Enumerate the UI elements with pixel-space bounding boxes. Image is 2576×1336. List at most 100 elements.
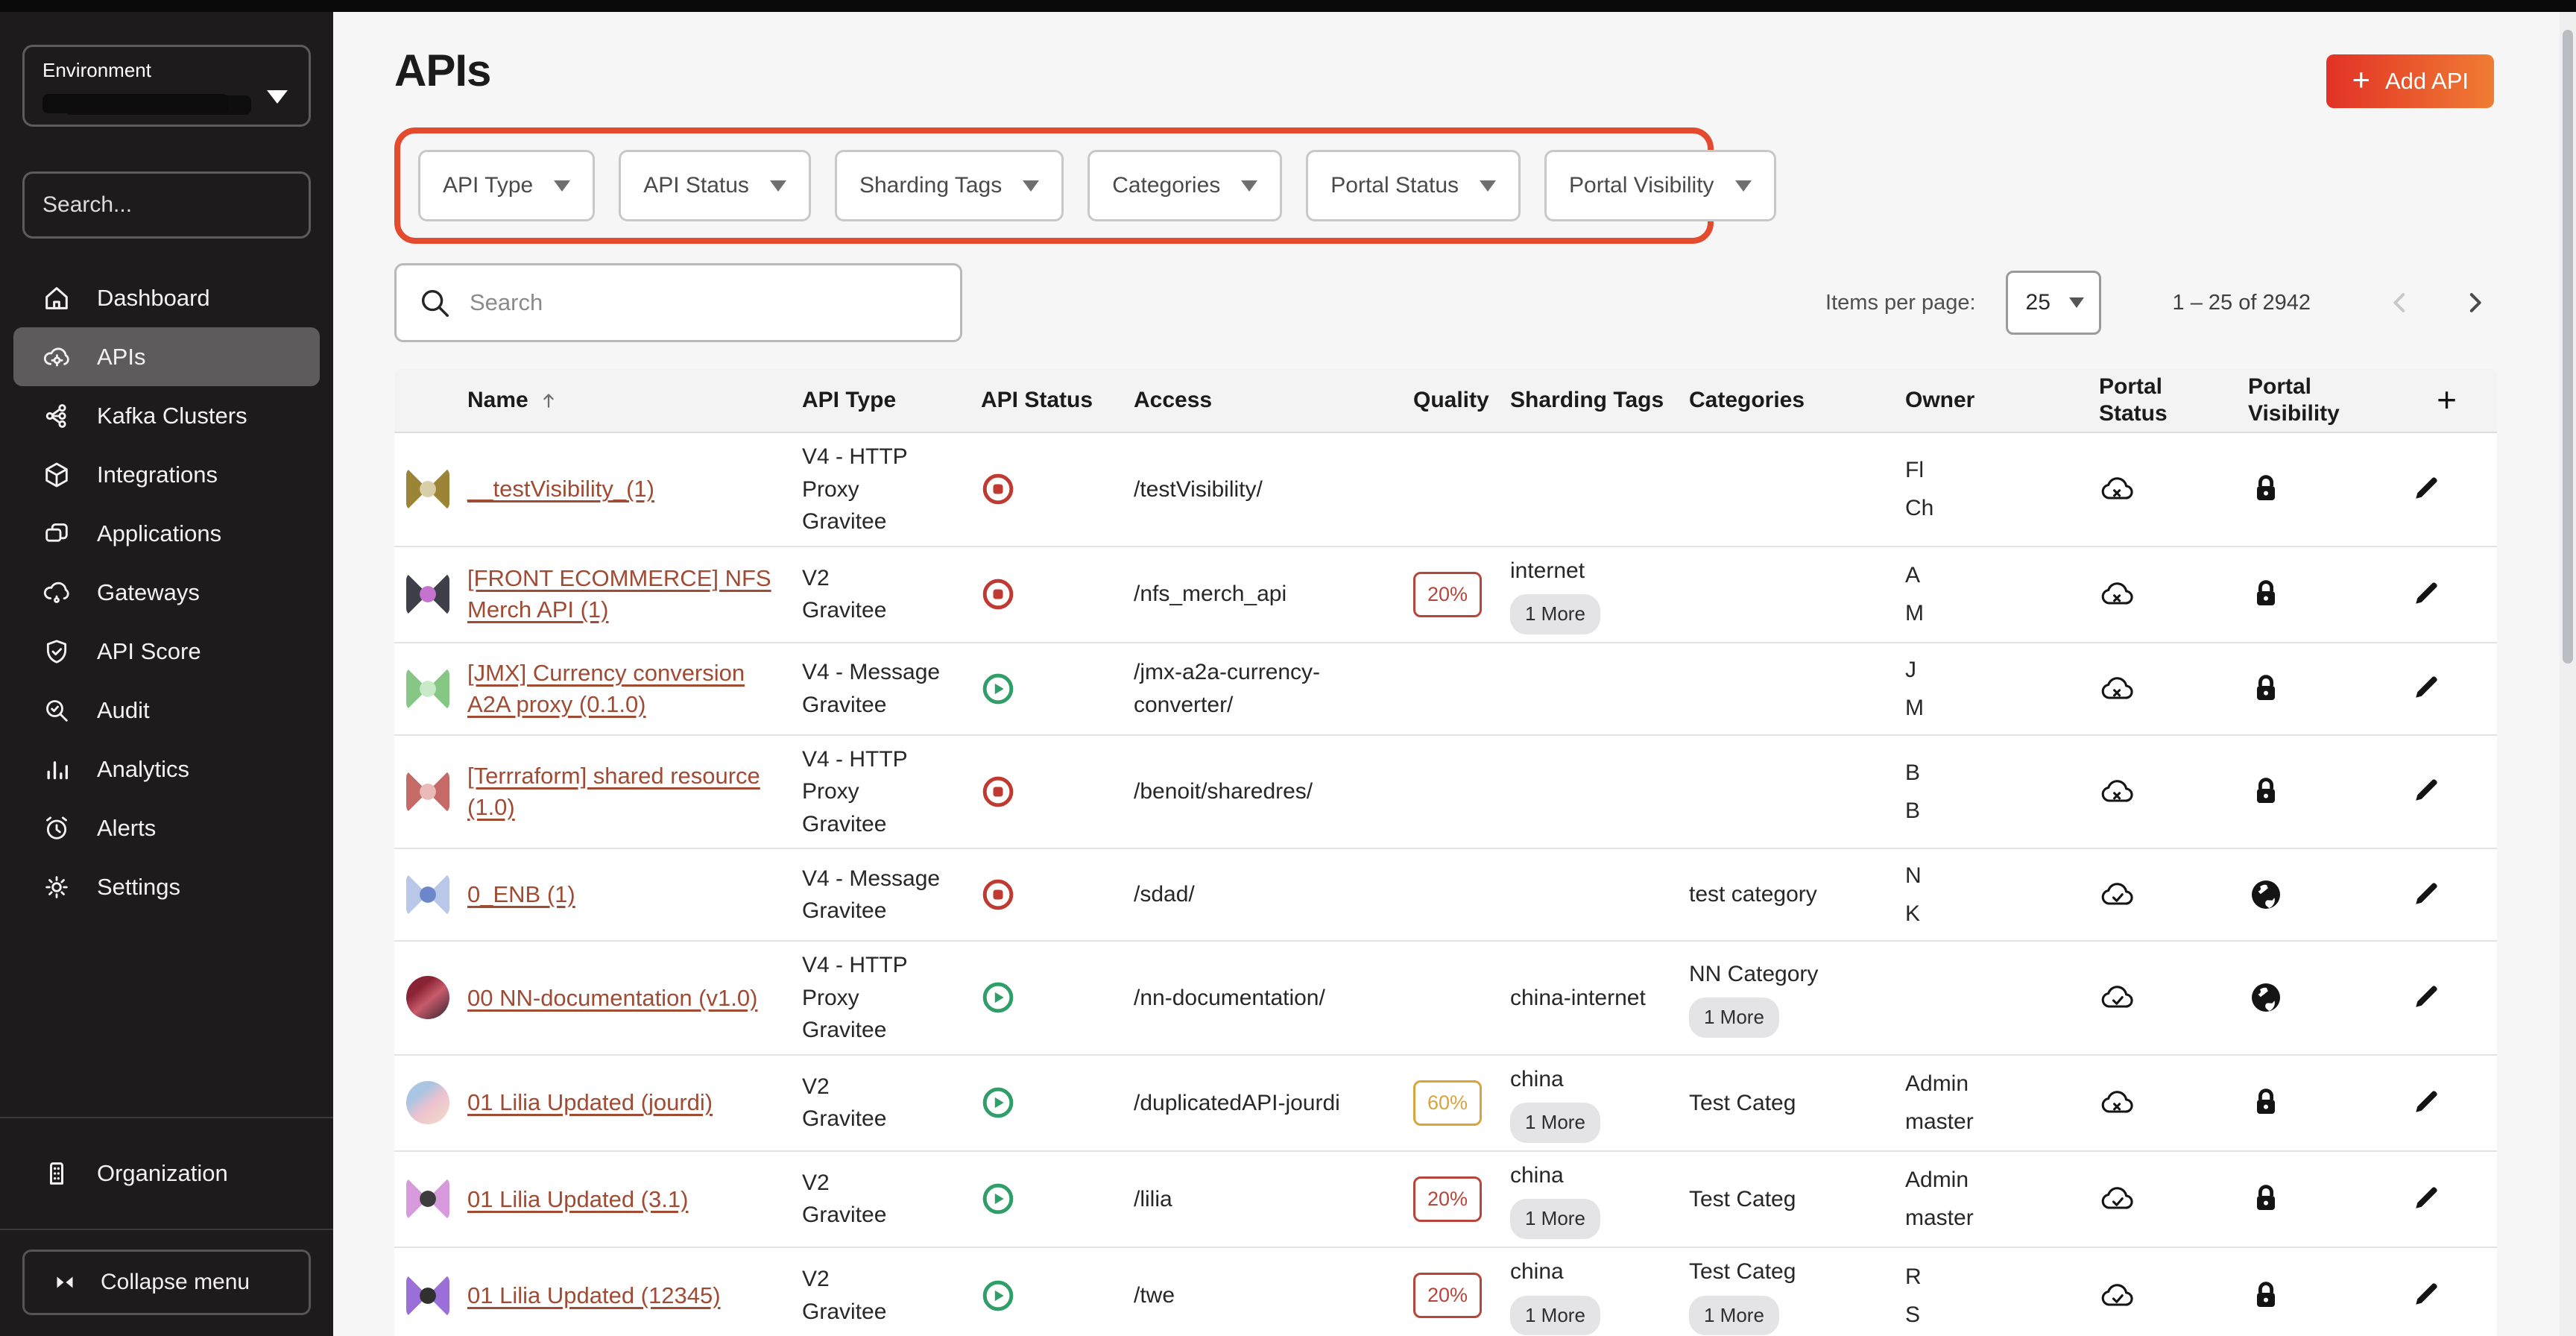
sidebar-item-gateways[interactable]: Gateways (0, 563, 333, 622)
sidebar-search-input[interactable] (42, 192, 330, 218)
name-cell: 00 NN-documentation (v1.0) (394, 968, 790, 1027)
sharding-more-chip[interactable]: 1 More (1510, 1199, 1600, 1239)
column-header-owner[interactable]: Owner (1893, 382, 2087, 418)
edit-api-button[interactable] (2408, 471, 2444, 507)
column-header-name[interactable]: Name (394, 382, 790, 418)
edit-api-button[interactable] (2408, 1085, 2444, 1121)
categories-cell (1677, 681, 1893, 696)
api-type-line: Gravitee (802, 808, 957, 841)
portal-visibility-cell (2236, 664, 2396, 714)
building-icon (42, 1159, 72, 1188)
table-row: __testVisibility_(1)V4 - HTTPProxyGravit… (394, 433, 2497, 547)
name-cell: 01 Lilia Updated (3.1) (394, 1170, 790, 1228)
api-name-link[interactable]: [JMX] Currency conversion A2A proxy (0.1… (467, 658, 778, 720)
api-type: V2Gravitee (790, 1063, 969, 1143)
edit-api-button[interactable] (2408, 877, 2444, 913)
api-avatar (406, 976, 449, 1019)
sidebar-item-alerts[interactable]: Alerts (0, 798, 333, 857)
column-header-portal-visibility[interactable]: Portal Visibility (2236, 369, 2396, 432)
api-name-link[interactable]: 01 Lilia Updated (jourdi) (467, 1087, 713, 1118)
column-header-quality[interactable]: Quality (1401, 382, 1498, 418)
column-header-sharding-tags[interactable]: Sharding Tags (1498, 382, 1677, 418)
edit-api-button[interactable] (2408, 1278, 2444, 1314)
column-header-api-status[interactable]: API Status (969, 382, 1122, 418)
scrollbar-thumb[interactable] (2563, 30, 2573, 664)
sidebar-item-organization[interactable]: Organization (0, 1117, 333, 1230)
api-access: /nn-documentation/ (1122, 974, 1401, 1022)
edit-api-button[interactable] (2408, 1181, 2444, 1217)
filter-label: API Type (443, 173, 533, 198)
sidebar-item-settings[interactable]: Settings (0, 857, 333, 916)
column-header-access[interactable]: Access (1122, 382, 1401, 418)
sharding-more-chip[interactable]: 1 More (1510, 1103, 1600, 1143)
sharding-more-chip[interactable]: 1 More (1510, 1296, 1600, 1336)
api-name-link[interactable]: 00 NN-documentation (v1.0) (467, 983, 757, 1014)
filter-label: Categories (1112, 173, 1220, 198)
api-avatar (406, 1177, 449, 1220)
sidebar-search[interactable] (22, 171, 311, 239)
filter-portal-visibility[interactable]: Portal Visibility (1544, 150, 1776, 221)
api-owner: NK (1893, 849, 2087, 940)
next-page-button[interactable] (2452, 280, 2497, 325)
chevron-down-icon (1480, 180, 1496, 192)
add-api-button[interactable]: + Add API (2326, 54, 2494, 108)
environment-selector[interactable]: Environment (22, 45, 311, 127)
filter-api-status[interactable]: API Status (619, 150, 811, 221)
column-header-portal-status[interactable]: Portal Status (2087, 369, 2236, 432)
api-name-link[interactable]: 0_ENB (1) (467, 879, 575, 910)
sidebar-item-kafka-clusters[interactable]: Kafka Clusters (0, 386, 333, 445)
edit-api-button[interactable] (2408, 576, 2444, 612)
collapse-menu-button[interactable]: Collapse menu (22, 1250, 311, 1315)
api-status-cell (969, 1078, 1122, 1127)
collapse-menu-label: Collapse menu (101, 1270, 250, 1295)
edit-api-button[interactable] (2408, 671, 2444, 707)
sidebar-item-label: APIs (97, 344, 145, 371)
sidebar-nav: DashboardAPIsKafka ClustersIntegrationsA… (0, 268, 333, 916)
add-column-button[interactable]: + (2396, 375, 2497, 425)
edit-api-button[interactable] (2408, 980, 2444, 1015)
sharding-tags-cell: china1 More (1498, 1152, 1677, 1247)
table-search-input[interactable] (470, 289, 939, 316)
edit-api-button[interactable] (2408, 774, 2444, 810)
categories-cell: Test Categ (1677, 1176, 1893, 1223)
sharding-tags-cell (1498, 482, 1677, 497)
items-per-page-select[interactable]: 25 (2006, 271, 2101, 335)
sidebar-item-audit[interactable]: Audit (0, 681, 333, 740)
api-name-link[interactable]: 01 Lilia Updated (12345) (467, 1280, 721, 1311)
owner-line: M (1905, 594, 2075, 632)
cloud-x-icon (2099, 1085, 2135, 1121)
sidebar-item-applications[interactable]: Applications (0, 504, 333, 563)
organization-label: Organization (97, 1160, 228, 1187)
sharding-tags-cell: china1 More (1498, 1056, 1677, 1150)
table-search[interactable] (394, 263, 962, 342)
page-scrollbar[interactable] (2560, 12, 2576, 1336)
sidebar-item-api-score[interactable]: API Score (0, 622, 333, 681)
column-header-api-type[interactable]: API Type (790, 382, 969, 418)
column-header-categories[interactable]: Categories (1677, 382, 1893, 418)
sidebar-item-analytics[interactable]: Analytics (0, 740, 333, 798)
sharding-more-chip[interactable]: 1 More (1510, 594, 1600, 634)
category: test category (1689, 878, 1881, 911)
filter-portal-status[interactable]: Portal Status (1306, 150, 1521, 221)
sidebar-item-integrations[interactable]: Integrations (0, 445, 333, 504)
categories-more-chip[interactable]: 1 More (1689, 1296, 1779, 1336)
table-row: [Terrraform] shared resource (1.0)V4 - H… (394, 736, 2497, 850)
cloud-icon (42, 578, 72, 608)
pencil-icon (2410, 1109, 2443, 1121)
quality-badge: 20% (1413, 1176, 1482, 1222)
api-name-link[interactable]: [FRONT ECOMMERCE] NFS Merch API (1) (467, 563, 778, 626)
api-type-line: V2 (802, 1071, 957, 1103)
previous-page-button[interactable] (2378, 280, 2422, 325)
api-name-link[interactable]: [Terrraform] shared resource (1.0) (467, 760, 778, 823)
api-type-line: V2 (802, 562, 957, 595)
api-name-link[interactable]: __testVisibility_(1) (467, 473, 654, 505)
sidebar-item-apis[interactable]: APIs (13, 327, 320, 386)
filter-categories[interactable]: Categories (1087, 150, 1282, 221)
filter-sharding-tags[interactable]: Sharding Tags (835, 150, 1064, 221)
sidebar-item-dashboard[interactable]: Dashboard (0, 268, 333, 327)
filter-api-type[interactable]: API Type (418, 150, 595, 221)
api-name-link[interactable]: 01 Lilia Updated (3.1) (467, 1184, 688, 1215)
categories-more-chip[interactable]: 1 More (1689, 998, 1779, 1038)
api-access: /twe (1122, 1272, 1401, 1320)
categories-cell: test category (1677, 871, 1893, 918)
